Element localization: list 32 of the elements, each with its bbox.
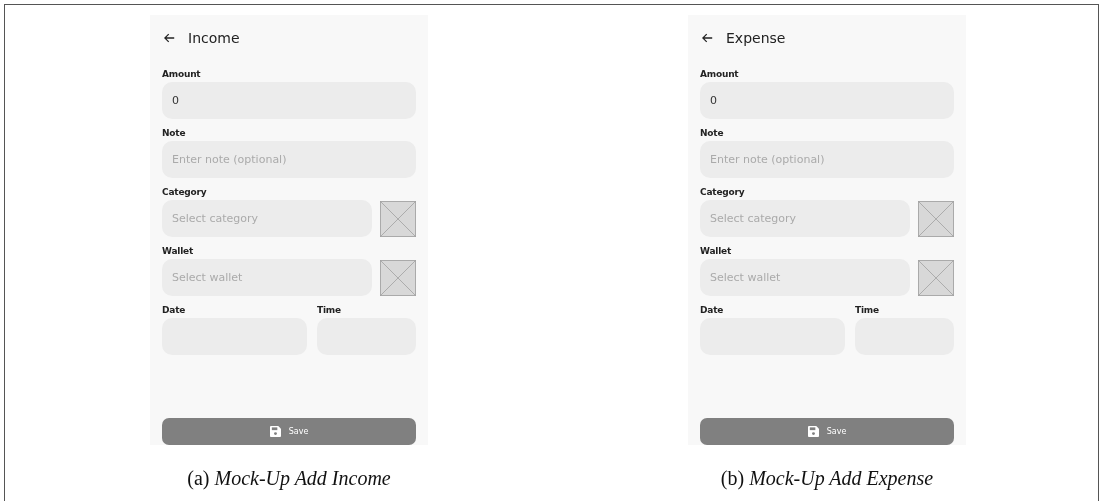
input-field[interactable]: Enter note (optional) — [162, 141, 416, 178]
figure-caption: (a) Mock-Up Add Income — [187, 467, 391, 490]
back-arrow-icon[interactable] — [164, 33, 175, 43]
input-field[interactable]: 0 — [700, 82, 954, 119]
field-label: Category — [700, 186, 746, 198]
screen-title: Expense — [726, 30, 786, 46]
screen-title: Income — [188, 30, 240, 46]
field-label: Note — [162, 127, 187, 139]
input-field[interactable]: Select category — [162, 200, 372, 237]
field-label: Time — [317, 304, 342, 316]
field-label: Wallet — [162, 245, 195, 257]
save-button[interactable]: Save — [700, 418, 954, 445]
input-field[interactable]: Select category — [700, 200, 910, 237]
field-label: Time — [855, 304, 880, 316]
image-placeholder-icon — [918, 259, 954, 296]
field-label: Category — [162, 186, 208, 198]
input-field[interactable]: 0 — [162, 82, 416, 119]
field-label: Date — [700, 304, 725, 316]
back-arrow-icon[interactable] — [702, 33, 713, 43]
input-field[interactable]: Select wallet — [162, 259, 372, 296]
figure-caption: (b) Mock-Up Add Expense — [720, 467, 934, 490]
field-label: Amount — [700, 68, 740, 80]
image-placeholder-icon — [380, 259, 416, 296]
field-label: Amount — [162, 68, 202, 80]
save-button[interactable]: Save — [162, 418, 416, 445]
image-placeholder-icon — [380, 200, 416, 237]
image-placeholder-icon — [918, 200, 954, 237]
field-label: Date — [162, 304, 187, 316]
input-field[interactable]: Enter note (optional) — [700, 141, 954, 178]
input-field[interactable]: Select wallet — [700, 259, 910, 296]
field-label: Note — [700, 127, 725, 139]
field-label: Wallet — [700, 245, 733, 257]
